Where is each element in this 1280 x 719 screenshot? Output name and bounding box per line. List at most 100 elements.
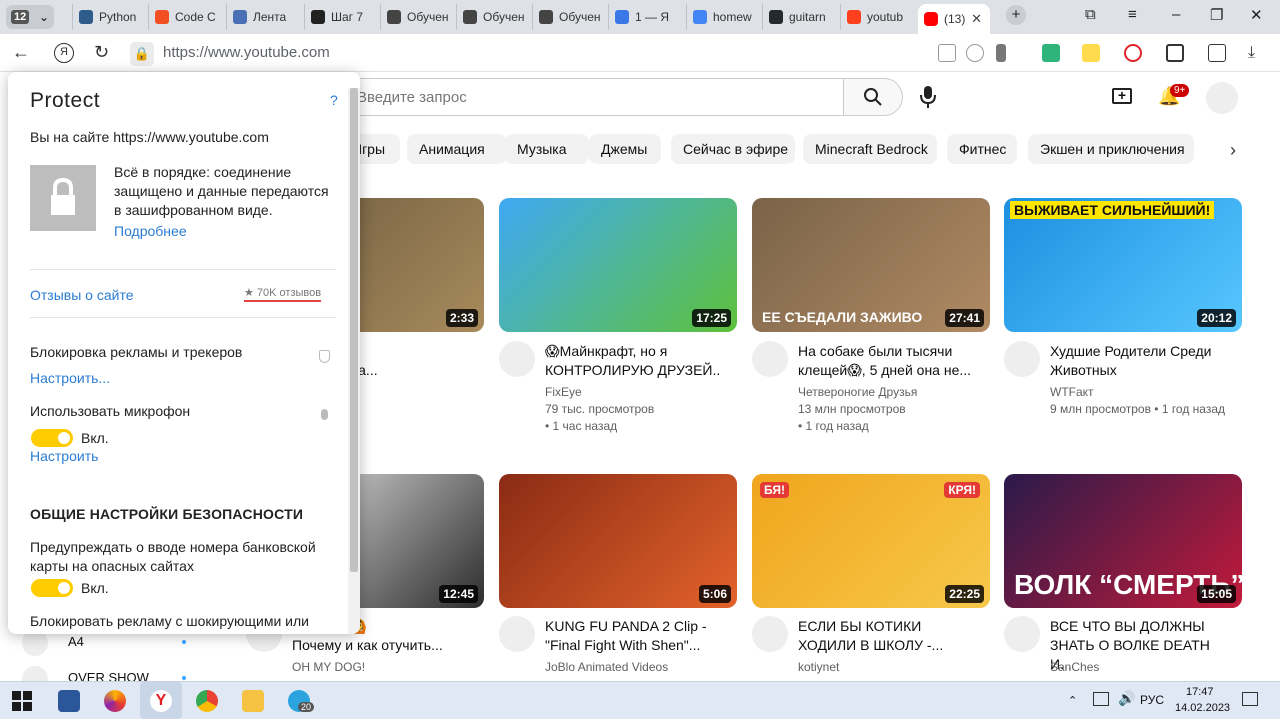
video-thumbnail[interactable]: БЯ! КРЯ! 22:25: [752, 474, 990, 608]
video-title[interactable]: Животных: [1050, 361, 1230, 380]
mic-configure-link[interactable]: Настроить: [30, 448, 98, 464]
channel-avatar[interactable]: [1004, 341, 1040, 377]
ad-block-configure-link[interactable]: Настроить...: [30, 370, 110, 386]
channel-avatar[interactable]: [499, 616, 535, 652]
back-icon[interactable]: ←: [12, 43, 30, 61]
file-explorer-icon[interactable]: [242, 690, 264, 712]
collections-icon-2[interactable]: [1208, 44, 1226, 62]
language-indicator[interactable]: РУС: [1140, 693, 1164, 707]
video-title[interactable]: клещей😱, 5 дней она не...: [798, 361, 978, 380]
extension-icon-2[interactable]: [1082, 44, 1100, 62]
video-thumbnail[interactable]: 17:25: [499, 198, 737, 332]
filter-chip[interactable]: Фитнес: [947, 134, 1017, 164]
word-icon[interactable]: [58, 690, 80, 712]
search-input[interactable]: Введите запрос: [340, 78, 843, 116]
channel-name[interactable]: Четвероногие Друзья: [798, 385, 917, 399]
tab[interactable]: homew: [686, 4, 762, 30]
account-avatar[interactable]: [1206, 82, 1238, 114]
video-thumbnail[interactable]: 5:06: [499, 474, 737, 608]
close-tab-icon[interactable]: ✕: [971, 11, 982, 27]
filter-chip[interactable]: Minecraft Bedrock: [803, 134, 937, 164]
video-title[interactable]: ХОДИЛИ В ШКОЛУ -...: [798, 636, 978, 655]
reviews-link[interactable]: Отзывы о сайте: [30, 287, 134, 303]
browser-icon[interactable]: [104, 690, 126, 712]
collections-icon[interactable]: ⧉: [1085, 6, 1096, 23]
reload-icon[interactable]: ↻: [94, 43, 109, 61]
tab[interactable]: Лента: [226, 4, 304, 30]
mic-toggle[interactable]: [31, 429, 73, 447]
reviews-count[interactable]: ★ 70K отзывов: [244, 286, 322, 302]
tab[interactable]: Code C: [148, 4, 226, 30]
channel-name[interactable]: JoBlo Animated Videos: [545, 660, 668, 674]
panel-scrollbar[interactable]: [348, 88, 360, 634]
create-video-icon[interactable]: +: [1112, 88, 1132, 104]
tab[interactable]: 1 — Я: [608, 4, 686, 30]
clock-date[interactable]: 14.02.2023: [1175, 702, 1230, 714]
notifications-icon[interactable]: [1242, 692, 1258, 706]
video-title[interactable]: "Final Fight With Shen"...: [545, 636, 725, 655]
channel-avatar[interactable]: [752, 341, 788, 377]
video-title[interactable]: 😱Майнкрафт, но я: [545, 342, 725, 361]
video-title[interactable]: КОНТРОЛИРУЮ ДРУЗЕЙ..: [545, 361, 725, 380]
microphone-icon[interactable]: [920, 86, 936, 108]
video-thumbnail[interactable]: ВЫЖИВАЕТ СИЛЬНЕЙШИЙ! 20:12: [1004, 198, 1242, 332]
tab[interactable]: Шаг 7: [304, 4, 380, 30]
channel-name[interactable]: SanChes: [1050, 660, 1099, 674]
video-thumbnail[interactable]: ЕЕ СЪЕДАЛИ ЗАЖИВО 27:41: [752, 198, 990, 332]
tab[interactable]: Обучен: [456, 4, 532, 30]
more-link[interactable]: Подробнее: [114, 223, 187, 239]
filter-chip[interactable]: Анимация: [407, 134, 507, 164]
new-tab-button[interactable]: +: [1006, 5, 1026, 25]
bank-card-toggle[interactable]: [31, 579, 73, 597]
chevron-right-icon[interactable]: ›: [1230, 140, 1236, 161]
tab-counter-button[interactable]: 12 ⌄: [6, 5, 54, 29]
video-title[interactable]: На собаке были тысячи: [798, 342, 978, 361]
tab[interactable]: Python: [72, 4, 148, 30]
tab[interactable]: guitarn: [762, 4, 840, 30]
channel-name[interactable]: OH MY DOG!: [292, 660, 365, 674]
protect-icon[interactable]: [966, 44, 984, 62]
restore-icon[interactable]: ❐: [1210, 6, 1223, 24]
video-title[interactable]: Худшие Родители Среди: [1050, 342, 1230, 361]
sidebar-item-label[interactable]: A4: [68, 634, 84, 649]
channel-name[interactable]: FixEye: [545, 385, 582, 399]
tab[interactable]: Обучен: [532, 4, 608, 30]
windows-start-icon[interactable]: [12, 691, 32, 711]
menu-icon[interactable]: ≡: [1128, 6, 1137, 23]
channel-name[interactable]: kotiynet: [798, 660, 839, 674]
filter-chip[interactable]: Музыка: [505, 134, 589, 164]
search-button[interactable]: [843, 78, 903, 116]
extension-icon[interactable]: [1042, 44, 1060, 62]
tab-active[interactable]: (13) ✕: [918, 4, 990, 34]
translate-icon[interactable]: [938, 44, 956, 62]
show-hidden-icons[interactable]: ⌃: [1068, 694, 1077, 707]
channel-avatar[interactable]: [499, 341, 535, 377]
volume-icon[interactable]: 🔊: [1118, 690, 1135, 707]
yandex-icon[interactable]: Я: [54, 43, 74, 63]
channel-name[interactable]: WTFакт: [1050, 385, 1094, 399]
adblock-icon[interactable]: [1124, 44, 1142, 62]
network-icon[interactable]: [1093, 692, 1109, 706]
channel-avatar[interactable]: [752, 616, 788, 652]
url-field[interactable]: https://www.youtube.com: [163, 44, 330, 61]
chrome-icon[interactable]: [196, 690, 218, 712]
channel-avatar[interactable]: [1004, 616, 1040, 652]
download-icon[interactable]: ⤓: [1248, 44, 1266, 62]
tab[interactable]: youtub: [840, 4, 916, 30]
clock-time[interactable]: 17:47: [1186, 686, 1214, 698]
lock-icon[interactable]: 🔒: [130, 42, 154, 66]
video-title[interactable]: KUNG FU PANDA 2 Clip -: [545, 617, 725, 636]
qr-icon[interactable]: [1166, 44, 1184, 62]
tab[interactable]: Обучен: [380, 4, 456, 30]
minimize-icon[interactable]: –: [1172, 6, 1180, 23]
video-title[interactable]: ЕСЛИ БЫ КОТИКИ: [798, 617, 978, 636]
filter-chip[interactable]: Джемы: [589, 134, 661, 164]
video-title[interactable]: Почему и как отучить...: [292, 636, 472, 655]
filter-chip[interactable]: Экшен и приключения: [1028, 134, 1194, 164]
filter-chip[interactable]: Сейчас в эфире: [671, 134, 795, 164]
video-title[interactable]: ВСЕ ЧТО ВЫ ДОЛЖНЫ: [1050, 617, 1230, 636]
help-icon[interactable]: ?: [330, 92, 338, 108]
close-window-icon[interactable]: ✕: [1250, 6, 1263, 24]
bookmark-icon[interactable]: [996, 44, 1006, 62]
video-thumbnail[interactable]: ВОЛК “СМЕРТЬ” 15:05: [1004, 474, 1242, 608]
